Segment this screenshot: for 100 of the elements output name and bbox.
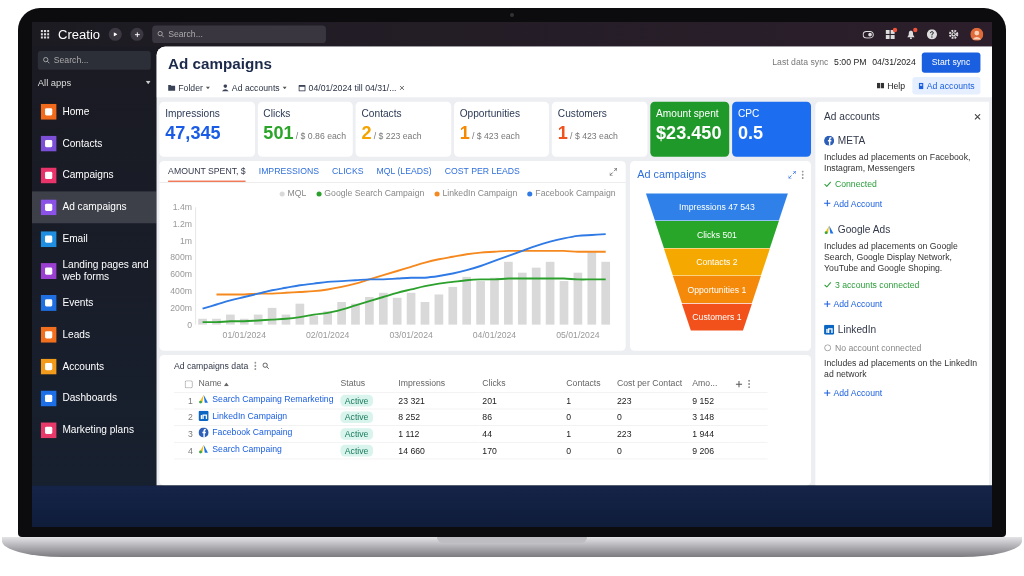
kpi-label: Customers bbox=[557, 106, 608, 121]
add-button[interactable] bbox=[130, 27, 144, 41]
calendar-icon bbox=[298, 83, 306, 92]
chart-tab[interactable]: MQL (LEADS) bbox=[376, 161, 432, 182]
account-name: META bbox=[837, 133, 866, 148]
play-icon bbox=[113, 32, 118, 37]
axis-label: 02/01/2024 bbox=[306, 329, 350, 340]
chart-bar bbox=[392, 297, 402, 325]
status-badge: Active bbox=[340, 444, 373, 457]
table-cell: 86 bbox=[482, 411, 492, 422]
page-title: Ad campaigns bbox=[168, 54, 274, 74]
table-cell: 1 944 bbox=[692, 428, 715, 439]
kpi-note: / $ 0.86 each bbox=[295, 130, 346, 141]
kebab-icon[interactable] bbox=[254, 361, 257, 371]
column-header[interactable]: Status bbox=[340, 378, 366, 389]
axis-label: 0 bbox=[187, 319, 192, 330]
chart-bar bbox=[476, 281, 485, 325]
axis-label: 1m bbox=[179, 235, 192, 246]
kpi-label: Clicks bbox=[263, 106, 292, 121]
chart-bar bbox=[267, 307, 277, 325]
column-header[interactable]: Name bbox=[198, 378, 222, 389]
circle-logo-icon bbox=[824, 135, 835, 146]
play-button[interactable] bbox=[108, 27, 122, 41]
kebab-icon[interactable] bbox=[748, 379, 751, 389]
chart-bar bbox=[517, 272, 527, 325]
chart-tab[interactable]: CLICKS bbox=[332, 161, 364, 182]
triangle-logo-icon bbox=[824, 224, 835, 235]
apps-icon[interactable] bbox=[885, 29, 895, 39]
table-cell: 3 148 bbox=[692, 411, 715, 422]
stage-label: Opportunities 1 bbox=[687, 284, 747, 295]
kebab-icon[interactable] bbox=[801, 170, 804, 180]
sidebar-item[interactable]: Events bbox=[32, 286, 157, 319]
chart-tab[interactable]: AMOUNT SPENT, $ bbox=[168, 161, 246, 182]
kpi-note: / $ 423 each bbox=[570, 130, 618, 141]
sidebar-item[interactable]: Campaigns bbox=[32, 159, 157, 192]
column-header[interactable]: Cost per Contact bbox=[617, 378, 683, 389]
campaign-link[interactable]: Search Campaing bbox=[212, 442, 282, 456]
checkbox-icon[interactable] bbox=[184, 380, 193, 389]
chart-bar bbox=[462, 276, 472, 325]
column-header[interactable]: Impressions bbox=[398, 378, 446, 389]
chart-tab[interactable]: COST PER LEADS bbox=[444, 161, 520, 182]
add-account-link[interactable]: Add Account bbox=[824, 386, 883, 400]
caret-icon[interactable] bbox=[145, 80, 151, 85]
campaign-link[interactable]: LinkedIn Campaign bbox=[212, 409, 288, 423]
add-account-link[interactable]: Add Account bbox=[824, 197, 883, 210]
column-header[interactable]: Contacts bbox=[566, 378, 601, 389]
sync-date: 04/31/2024 bbox=[872, 56, 916, 70]
help-icon[interactable] bbox=[926, 29, 937, 40]
axis-label: 05/01/2024 bbox=[556, 329, 600, 340]
ad-accounts-button[interactable]: Ad accounts bbox=[912, 77, 981, 95]
sidebar-item[interactable]: Ad campaigns bbox=[32, 191, 157, 223]
chart-bar bbox=[559, 281, 569, 325]
table-cell: 0 bbox=[617, 445, 622, 456]
sidebar-item[interactable]: Contacts bbox=[32, 127, 157, 160]
search-field[interactable]: Search... bbox=[37, 50, 151, 70]
table-cell: 23 321 bbox=[398, 395, 425, 406]
account-description: Includes ad placements on Google Search, Google Display Network, YouTube and Google Shoping. bbox=[824, 240, 959, 275]
kpi-label: Opportunities bbox=[459, 106, 521, 121]
chart-bar bbox=[351, 303, 360, 325]
sidebar-item[interactable]: Marketing plans bbox=[32, 414, 157, 446]
chart-bar bbox=[573, 272, 583, 325]
sidebar-item[interactable]: Dashboards bbox=[32, 382, 157, 415]
table-cell: 14 660 bbox=[398, 445, 425, 456]
add-account-link[interactable]: Add Account bbox=[824, 297, 883, 311]
row-number: 4 bbox=[187, 445, 193, 456]
filter-chip[interactable]: Ad accounts bbox=[221, 81, 287, 95]
account-name: LinkedIn bbox=[837, 322, 877, 338]
sidebar-item[interactable]: Landing pages and web forms bbox=[32, 254, 157, 287]
sidebar-item[interactable]: Leads bbox=[32, 318, 157, 351]
settings-icon[interactable] bbox=[948, 29, 959, 40]
search-field[interactable]: Search... bbox=[152, 25, 326, 43]
account-description: Includes ad placements on the LinkedIn ad network bbox=[824, 357, 979, 381]
chart-bar bbox=[323, 311, 333, 325]
axis-label: 400m bbox=[170, 286, 192, 296]
filter-chip[interactable]: Folder bbox=[168, 81, 211, 95]
axis-label: 200m bbox=[170, 302, 192, 313]
campaign-link[interactable]: Facebook Campaing bbox=[212, 426, 293, 439]
account-description: Includes ad placements on Facebook, Instagram, Messengers bbox=[824, 151, 972, 175]
close-icon[interactable] bbox=[974, 113, 981, 120]
chart-tab[interactable]: IMPRESSIONS bbox=[258, 161, 320, 182]
sidebar-item[interactable]: Home bbox=[32, 95, 157, 128]
kpi-value: $23.450 bbox=[656, 121, 722, 143]
campaign-link[interactable]: Search Campaing Remarketing bbox=[212, 392, 334, 406]
chart-bar bbox=[281, 314, 291, 325]
sidebar-item[interactable]: Email bbox=[32, 222, 157, 255]
table-cell: 9 152 bbox=[692, 395, 715, 406]
column-header[interactable]: Amo... bbox=[692, 378, 718, 389]
filter-chip[interactable]: 04/01/2024 till 04/31/... bbox=[298, 81, 404, 95]
legend-item: LinkedIn Campaign bbox=[434, 187, 518, 201]
start-sync-button[interactable]: Start sync bbox=[921, 52, 981, 73]
help-button[interactable]: Help bbox=[877, 79, 906, 93]
bell-icon[interactable] bbox=[906, 29, 916, 39]
axis-label: 600m bbox=[170, 269, 192, 280]
avatar-icon[interactable] bbox=[970, 27, 984, 41]
column-header[interactable]: Clicks bbox=[482, 378, 506, 389]
chart-bar bbox=[337, 302, 346, 325]
menu-icon[interactable] bbox=[40, 29, 50, 39]
folder-icon bbox=[168, 83, 176, 92]
sidebar-item[interactable]: Accounts bbox=[32, 350, 157, 383]
caret-icon bbox=[282, 86, 287, 89]
